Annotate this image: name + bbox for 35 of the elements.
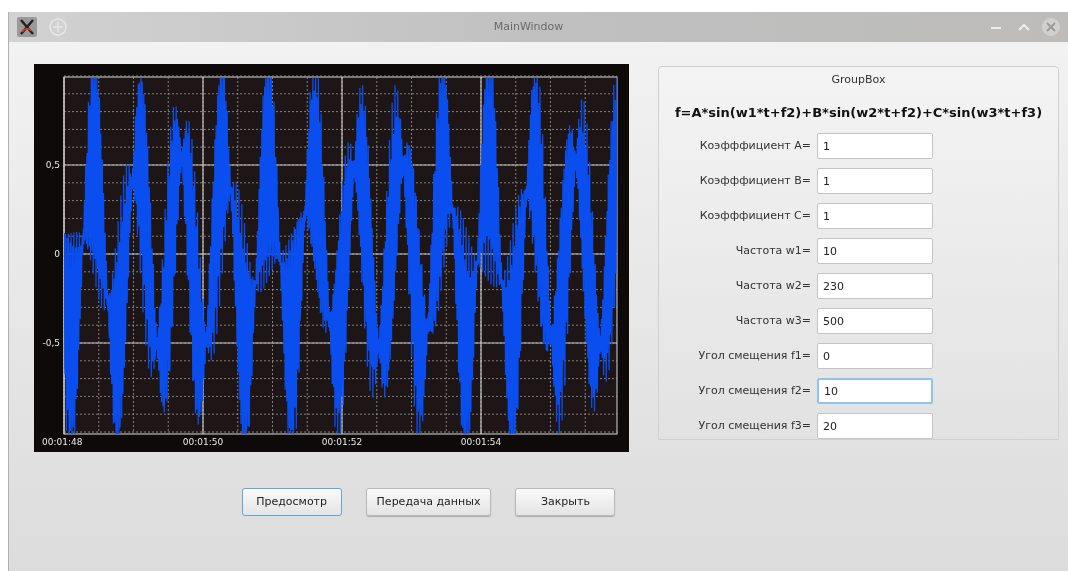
maximize-icon[interactable] [1018,21,1030,33]
formula: f=A*sin(w1*t+f2)+B*sin(w2*t+f2)+C*sin(w3*t+f3) [674,103,1043,122]
y-axis-label: 0,5 [45,160,60,170]
group-box-title: GroupBox [831,72,886,88]
field-label: Коэфффициент C= [698,207,812,224]
input-field[interactable]: 0 [817,343,933,369]
input-field[interactable]: 10 [817,238,933,264]
x-axis-label: 00:01:50 [182,437,224,447]
input-field[interactable]: 1 [817,168,933,194]
field-label: Коэфффициент A= [698,137,812,154]
y-axis-label: -0,5 [42,338,60,348]
close-icon[interactable] [1042,18,1060,36]
x-axis-label: 00:01:48 [42,437,83,447]
field-label: Угол смещения f3= [697,417,812,434]
input-field[interactable]: 1 [817,133,933,159]
field-label: Частота w1= [734,242,812,259]
field-label: Угол смещения f2= [697,382,812,399]
add-icon[interactable] [49,18,67,36]
field-label: Коэфффициент B= [698,172,812,189]
x-axis-label: 00:01:54 [460,437,502,447]
input-field[interactable]: 20 [817,413,933,439]
field-label: Угол смещения f1= [697,347,812,364]
field-label: Частота w3= [734,312,812,329]
input-field[interactable]: 1 [817,203,933,229]
field-label: Частота w2= [734,277,812,294]
push-button[interactable]: Предосмотр [241,488,342,516]
input-field[interactable]: 230 [817,273,933,299]
window-title: MainWindow [493,18,564,35]
push-button[interactable]: Передача данных [365,488,492,516]
input-field[interactable]: 500 [817,308,933,334]
push-button[interactable]: Закрыть [515,488,616,516]
app-icon [17,17,37,37]
x-axis-label: 00:01:52 [321,437,363,447]
input-field[interactable]: 10 [817,378,933,404]
y-axis-label: 0 [54,249,60,259]
